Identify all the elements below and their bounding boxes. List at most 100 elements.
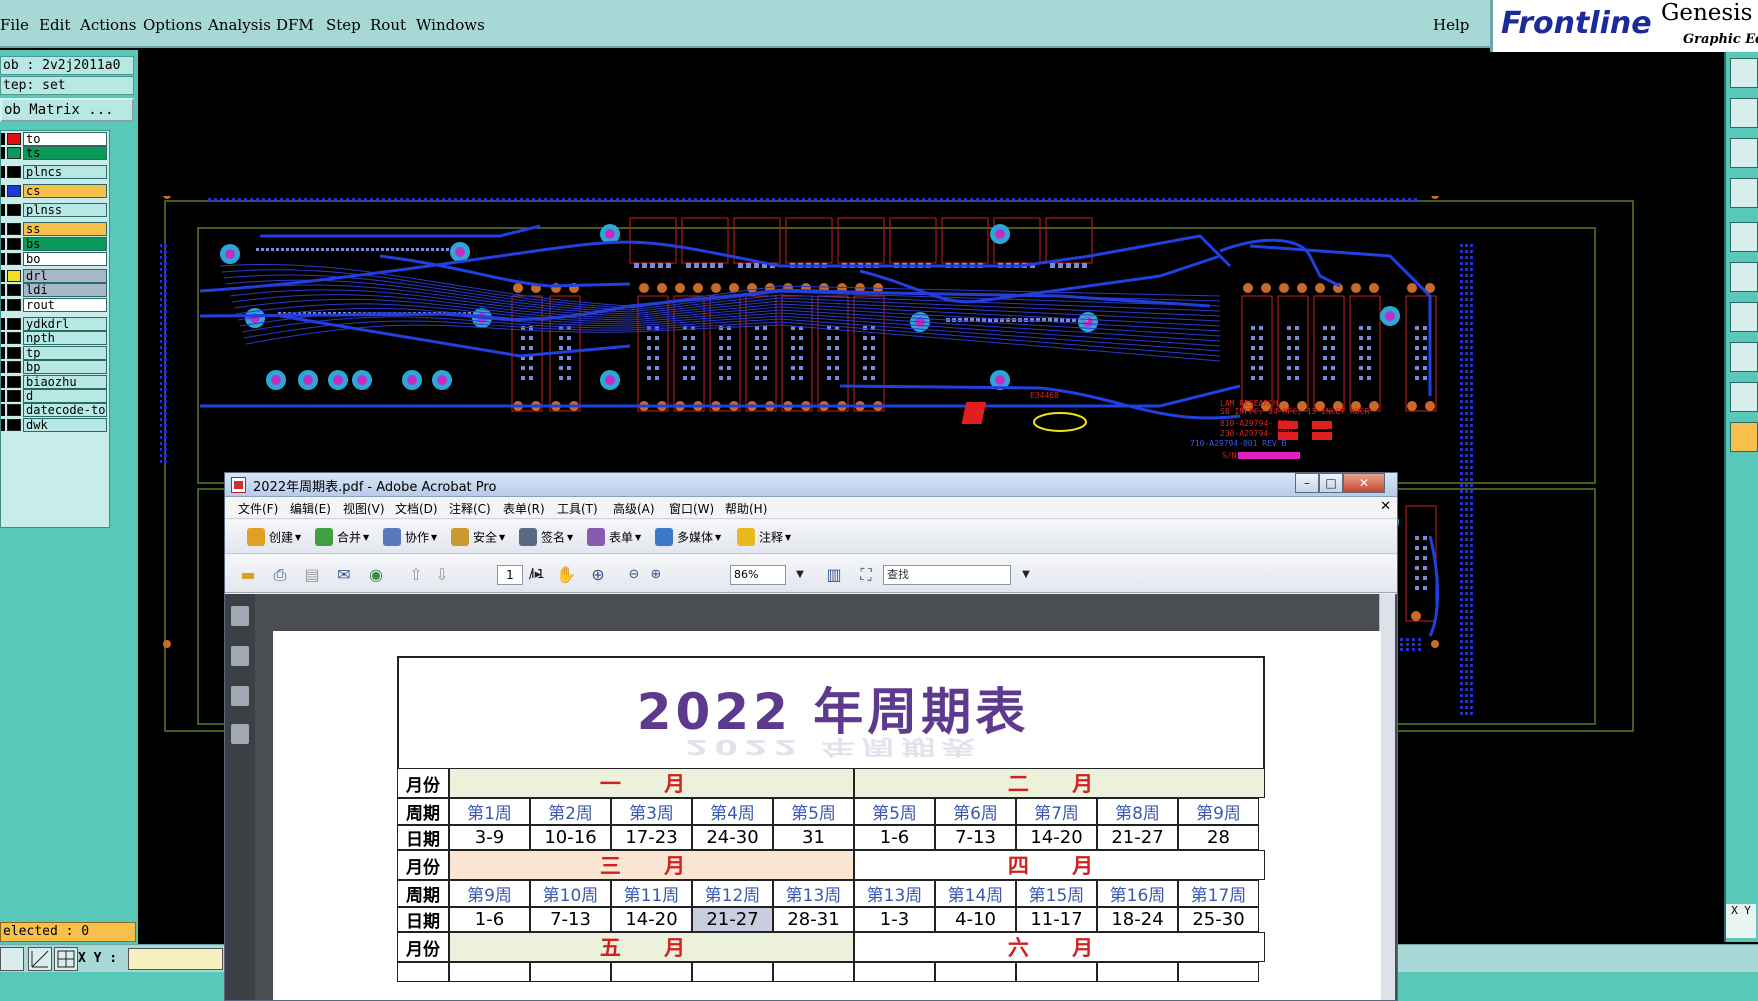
pages-icon[interactable] — [231, 606, 249, 626]
layer-row-rout[interactable]: rout — [1, 298, 109, 312]
zoom-dropdown-icon[interactable]: ▼ — [789, 564, 811, 586]
menu-comments[interactable]: 注释(C) — [449, 500, 491, 517]
menu-windows[interactable]: Windows — [416, 16, 485, 34]
layer-row-dwk[interactable]: dwk — [1, 418, 109, 432]
menu-rout[interactable]: Rout — [370, 16, 406, 34]
comment-button[interactable]: 注释 ▼ — [737, 528, 791, 548]
layer-color-swatch[interactable] — [7, 238, 21, 250]
graph-icon[interactable] — [28, 947, 52, 971]
menu-edit[interactable]: Edit — [39, 16, 70, 34]
signatures-icon[interactable] — [231, 724, 249, 744]
tool-button[interactable] — [1730, 178, 1758, 208]
menu-edit[interactable]: 编辑(E) — [290, 500, 331, 517]
save-icon[interactable]: ▤ — [301, 564, 323, 586]
layer-color-swatch[interactable] — [7, 147, 21, 159]
layer-checkbox[interactable] — [1, 133, 5, 145]
previous-page-icon[interactable]: ⇧ — [405, 564, 427, 586]
tool-button[interactable] — [1730, 222, 1758, 252]
menu-tools[interactable]: 工具(T) — [557, 500, 598, 517]
menu-view[interactable]: 视图(V) — [343, 500, 385, 517]
layer-color-swatch[interactable] — [7, 390, 21, 402]
find-input[interactable]: 查找 — [883, 565, 1011, 585]
layer-row-cs[interactable]: cs — [1, 184, 109, 198]
tool-button[interactable] — [1730, 382, 1758, 412]
tool-button[interactable] — [1730, 262, 1758, 292]
layer-color-swatch[interactable] — [7, 318, 21, 330]
layer-row-bp[interactable]: bp — [1, 360, 109, 374]
tool-button[interactable] — [1730, 342, 1758, 372]
layer-row-ss[interactable]: ss — [1, 222, 109, 236]
select-tool-icon[interactable]: I▸ — [525, 564, 547, 586]
bookmarks-icon[interactable] — [231, 646, 249, 666]
layer-checkbox[interactable] — [1, 419, 5, 431]
menu-help[interactable]: 帮助(H) — [725, 500, 767, 517]
layer-row-d[interactable]: d — [1, 389, 109, 403]
zoom-tool-icon[interactable]: ⊕ — [587, 564, 609, 586]
layer-checkbox[interactable] — [1, 223, 5, 235]
layer-row-tp[interactable]: tp — [1, 346, 109, 360]
layer-row-datecode-to[interactable]: datecode-to — [1, 403, 109, 417]
job-matrix-button[interactable]: ob Matrix ... — [0, 98, 134, 122]
layer-row-biaozhu[interactable]: biaozhu — [1, 375, 109, 389]
layer-row-bo[interactable]: bo — [1, 252, 109, 266]
layer-color-swatch[interactable] — [7, 376, 21, 388]
zoom-in-icon[interactable]: ⊕ — [645, 564, 667, 586]
menu-options[interactable]: Options — [143, 16, 202, 34]
close-document-icon[interactable]: ✕ — [1380, 499, 1391, 514]
tool-button[interactable] — [1730, 302, 1758, 332]
combine-button[interactable]: 合并 ▼ — [315, 528, 369, 548]
forms-button[interactable]: 表单 ▼ — [587, 528, 641, 548]
open-folder-icon[interactable]: ▬ — [237, 564, 259, 586]
acrobat-titlebar[interactable]: 2022年周期表.pdf - Adobe Acrobat Pro – □ ✕ — [225, 473, 1397, 497]
hand-tool-icon[interactable]: ✋ — [555, 564, 577, 586]
layer-row-ydkdrl[interactable]: ydkdrl — [1, 317, 109, 331]
xy-input[interactable] — [128, 948, 223, 970]
menu-document[interactable]: 文档(D) — [395, 500, 438, 517]
tool-button[interactable] — [1730, 138, 1758, 168]
layer-color-swatch[interactable] — [7, 204, 21, 216]
sign-button[interactable]: 签名 ▼ — [519, 528, 573, 548]
print-icon[interactable]: ⎙ — [269, 564, 291, 586]
tool-button[interactable] — [1730, 422, 1758, 452]
layer-checkbox[interactable] — [1, 376, 5, 388]
layer-checkbox[interactable] — [1, 299, 5, 311]
layer-color-swatch[interactable] — [7, 223, 21, 235]
tool-button[interactable] — [1730, 58, 1758, 88]
layer-color-swatch[interactable] — [7, 253, 21, 265]
menu-actions[interactable]: Actions — [80, 16, 136, 34]
layer-color-swatch[interactable] — [7, 284, 21, 296]
find-dropdown-icon[interactable]: ▼ — [1015, 564, 1037, 586]
layer-color-swatch[interactable] — [7, 185, 21, 197]
menu-file[interactable]: 文件(F) — [238, 500, 278, 517]
layer-color-swatch[interactable] — [7, 347, 21, 359]
layer-row-ts[interactable]: ts — [1, 146, 109, 160]
menu-step[interactable]: Step — [326, 16, 361, 34]
layer-color-swatch[interactable] — [7, 133, 21, 145]
layer-checkbox[interactable] — [1, 284, 5, 296]
collaborate-button[interactable]: 协作 ▼ — [383, 528, 437, 548]
layer-color-swatch[interactable] — [7, 166, 21, 178]
layer-color-swatch[interactable] — [7, 419, 21, 431]
next-page-icon[interactable]: ⇩ — [431, 564, 453, 586]
layer-color-swatch[interactable] — [7, 270, 21, 282]
layers-icon[interactable] — [231, 686, 249, 706]
create-button[interactable]: 创建 ▼ — [247, 528, 301, 548]
zoom-select[interactable]: 86% — [730, 565, 786, 585]
menu-file[interactable]: File — [0, 16, 29, 34]
layer-checkbox[interactable] — [1, 204, 5, 216]
page-number-input[interactable]: 1 — [497, 565, 523, 585]
security-button[interactable]: 安全 ▼ — [451, 528, 505, 548]
fit-page-icon[interactable]: ▥ — [823, 564, 845, 586]
close-button[interactable]: ✕ — [1343, 473, 1385, 493]
layer-checkbox[interactable] — [1, 318, 5, 330]
layer-checkbox[interactable] — [1, 270, 5, 282]
grid-icon[interactable] — [54, 947, 78, 971]
layer-color-swatch[interactable] — [7, 361, 21, 373]
web-icon[interactable]: ◉ — [365, 564, 387, 586]
layer-checkbox[interactable] — [1, 238, 5, 250]
layer-checkbox[interactable] — [1, 347, 5, 359]
tool-button[interactable] — [1730, 98, 1758, 128]
fit-width-icon[interactable]: ⛶ — [855, 564, 877, 586]
tool-icon[interactable] — [0, 947, 24, 971]
layer-row-drl[interactable]: drl — [1, 269, 109, 283]
